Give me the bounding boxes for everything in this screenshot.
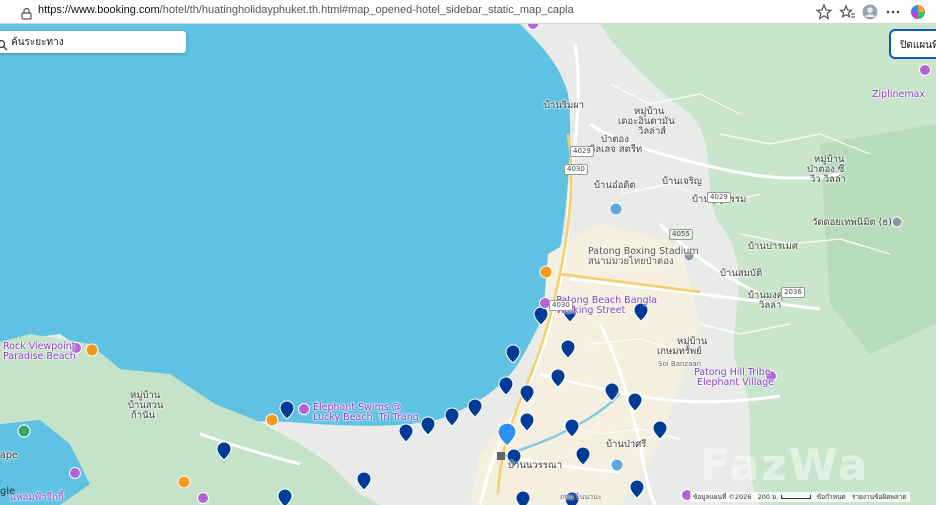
distance-search-box[interactable]: ค้นระยะทาง [0, 31, 186, 53]
map-label: เกษมทรัพย์ [657, 346, 702, 357]
map-report-link[interactable]: รายงานข้อผิดพลาด [852, 493, 907, 501]
favorites-list-icon[interactable] [838, 3, 856, 21]
map-poi-label[interactable]: แหลมฟ้าจีกกี้ [10, 492, 64, 503]
close-map-button[interactable]: ปิดแผนที่ [889, 29, 936, 59]
map-scale[interactable]: 200 ม. [758, 493, 779, 501]
browser-address-bar: https://www.booking.com/hotel/th/huating… [0, 0, 936, 24]
map-label: วัดดอยเทพนิมิต (ธ) [812, 217, 892, 228]
map-poi-label[interactable]: Elephant Village [697, 377, 774, 388]
map-label: วิลล่า [759, 300, 782, 311]
map-terms-link[interactable]: ข้อกำหนด [817, 493, 846, 501]
search-placeholder: ค้นระยะทาง [11, 37, 64, 48]
map-poi-label[interactable]: Paradise Beach [3, 351, 76, 362]
address-url[interactable]: https://www.booking.com/hotel/th/huating… [38, 4, 574, 16]
map-label: บ้านอ๋อดิต [594, 180, 636, 191]
map-label: ape [0, 450, 18, 461]
map-footer: ข้อมูลแผนที่ ©2026 200 ม. ข้อกำหนด รายงา… [690, 492, 910, 502]
close-map-label: ปิดแผนที่ [900, 40, 936, 51]
map-road-label: ถนน ไนนานะ [560, 493, 602, 501]
route-shield: 4029 [707, 192, 731, 203]
map-label: สนามมวยไทยป่าตอง [588, 256, 674, 267]
route-shield: 4055 [669, 229, 693, 240]
map-road-label: Soi Banzaan [658, 360, 702, 368]
map-label: บ้านริมผา [544, 100, 585, 111]
profile-avatar-icon[interactable] [861, 3, 879, 21]
map-label: บ้านปารเมศ [748, 241, 798, 252]
map-label: บ้านสมบัติ [720, 268, 763, 279]
map-label: บ้านป่าศรี [606, 439, 647, 450]
route-shield: 4029 [570, 146, 594, 157]
map-label: วิว วิลล่า [810, 174, 847, 185]
favorite-star-icon[interactable] [815, 3, 833, 21]
map-attribution: ข้อมูลแผนที่ ©2026 [693, 493, 752, 501]
site-info-icon[interactable] [20, 5, 33, 20]
more-options-icon[interactable] [884, 3, 902, 21]
map-label: วิลล่าส์ [638, 126, 667, 137]
map-canvas[interactable]: บ้านริมผา หมู่บ้าน เดอะอินดามัน วิลล่าส์… [0, 24, 936, 505]
search-icon [0, 36, 8, 51]
map-poi-label[interactable]: Ziplinemax [872, 89, 925, 100]
map-poi-label[interactable]: Lucky Beach, Tri Trang [313, 412, 419, 423]
google-logo: gle [0, 486, 16, 497]
route-shield: 4030 [564, 164, 588, 175]
map-label: วิลเลจ สตรีท [590, 144, 643, 155]
watermark-text: FazWa [700, 440, 870, 491]
map-label: บ้านเจริญ [662, 176, 702, 187]
route-shield: 2036 [781, 287, 805, 298]
map-label: บ้านนวรรณา [508, 460, 563, 471]
map-label: ก้านัน [131, 410, 156, 421]
copilot-icon[interactable] [909, 3, 927, 21]
route-shield: 4030 [549, 300, 573, 311]
